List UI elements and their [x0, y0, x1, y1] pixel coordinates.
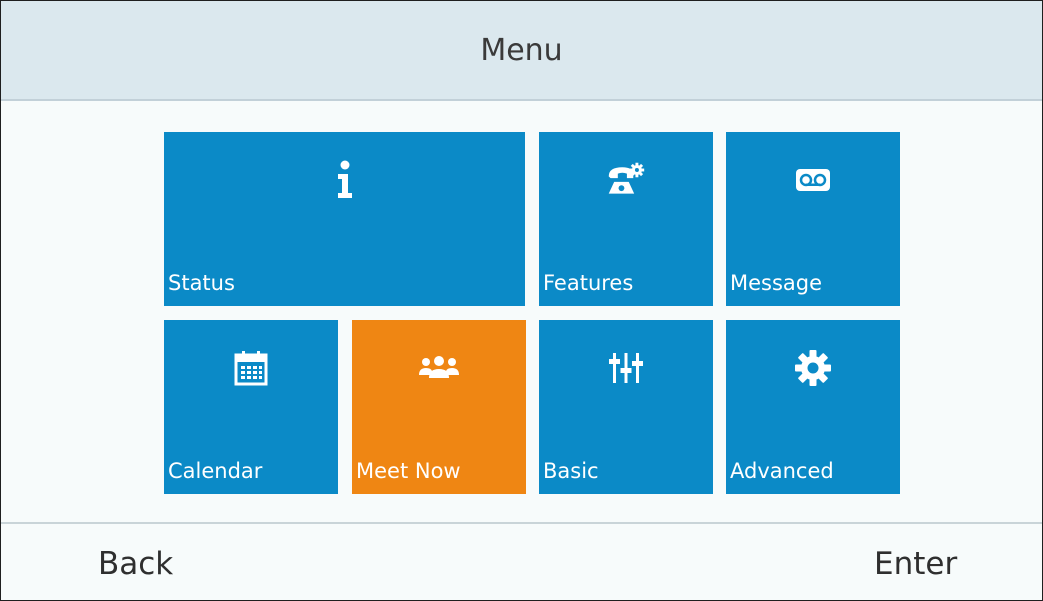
phone-screen: Menu Status Features Message Calendar Me…	[0, 0, 1043, 601]
back-softkey[interactable]: Back	[98, 546, 173, 582]
menu-tile-label: Message	[730, 271, 823, 295]
page-title: Menu	[480, 32, 563, 68]
menu-tile-calendar[interactable]: Calendar	[164, 320, 338, 494]
title-bar: Menu	[1, 1, 1042, 101]
phone-settings-icon	[606, 160, 646, 200]
menu-tile-label: Status	[168, 271, 235, 295]
gear-icon	[793, 348, 833, 388]
calendar-icon	[231, 348, 271, 388]
menu-tile-label: Calendar	[168, 459, 263, 483]
menu-tile-label: Basic	[543, 459, 599, 483]
sliders-icon	[606, 348, 646, 388]
people-icon	[419, 348, 459, 388]
menu-tile-label: Meet Now	[356, 459, 461, 483]
menu-tile-meet-now[interactable]: Meet Now	[352, 320, 526, 494]
menu-tile-features[interactable]: Features	[539, 132, 713, 306]
menu-tile-message[interactable]: Message	[726, 132, 900, 306]
info-icon	[325, 160, 365, 200]
voicemail-icon	[793, 160, 833, 200]
menu-tile-label: Features	[543, 271, 634, 295]
menu-tile-advanced[interactable]: Advanced	[726, 320, 900, 494]
softkey-divider	[1, 522, 1042, 524]
menu-tile-label: Advanced	[730, 459, 834, 483]
menu-tile-status[interactable]: Status	[164, 132, 525, 306]
enter-softkey[interactable]: Enter	[874, 546, 957, 582]
menu-tile-basic[interactable]: Basic	[539, 320, 713, 494]
